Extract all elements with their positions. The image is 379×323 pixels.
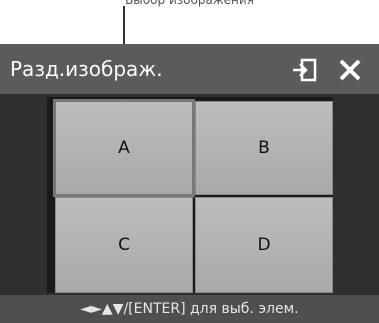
return-icon[interactable] bbox=[291, 57, 319, 83]
segment-d-label: D bbox=[257, 235, 271, 255]
segment-c-label: C bbox=[118, 235, 130, 255]
image-split-grid: A B C D bbox=[47, 97, 333, 293]
segment-b[interactable]: B bbox=[195, 101, 333, 195]
segment-a-label: A bbox=[118, 138, 130, 158]
close-icon[interactable] bbox=[337, 58, 363, 82]
lcd-screen: Разд.изображ. A B C D ◄►▲▼/[ENTER] для в… bbox=[0, 44, 379, 323]
segment-b-label: B bbox=[258, 138, 270, 158]
segment-a[interactable]: A bbox=[53, 99, 195, 197]
callout-label: Выбор изображения bbox=[125, 0, 254, 7]
title-bar: Разд.изображ. bbox=[0, 44, 379, 94]
segment-d[interactable]: D bbox=[195, 197, 333, 293]
footer-hint: ◄►▲▼/[ENTER] для выб. элем. bbox=[0, 295, 379, 323]
segment-c[interactable]: C bbox=[55, 197, 193, 293]
screen-title: Разд.изображ. bbox=[10, 57, 163, 81]
